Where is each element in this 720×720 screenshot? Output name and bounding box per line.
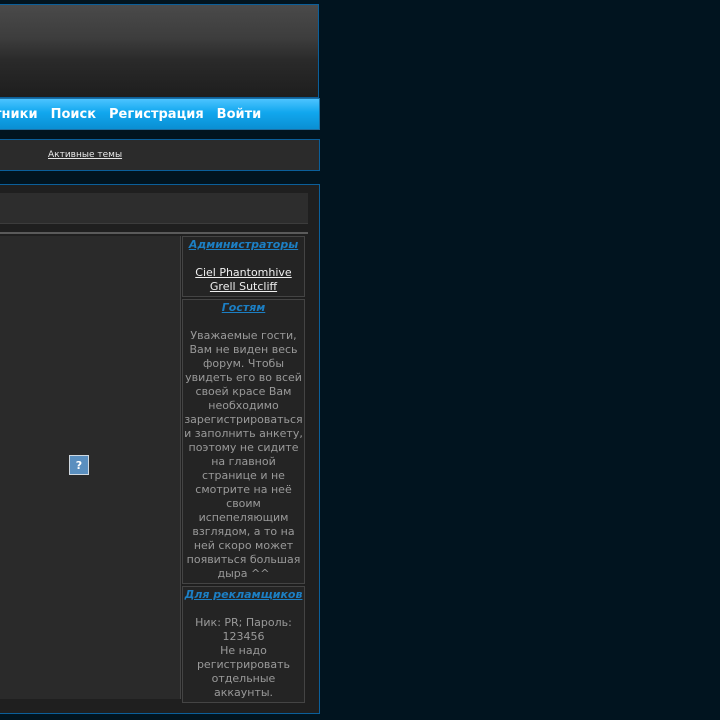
main-panel-header — [0, 193, 308, 224]
nav-login-link[interactable]: Войти — [217, 107, 262, 122]
content-area: ? — [0, 236, 181, 699]
advertisers-note: Не надо регистрировать отдельные аккаунт… — [196, 644, 291, 699]
forum-header-banner — [0, 4, 319, 98]
advertisers-block: Для рекламщиков Ник: PR; Пароль: 123456 … — [182, 586, 305, 703]
admins-block: Администраторы Ciel Phantomhive Grell Su… — [182, 236, 305, 297]
sub-navigation-bar: Активные темы — [0, 139, 320, 171]
admins-title[interactable]: Администраторы — [184, 238, 303, 252]
main-navigation: тники Поиск Регистрация Войти — [0, 98, 320, 130]
guests-block: Гостям Уважаемые гости, Вам не виден вес… — [182, 299, 305, 584]
admin-member-link[interactable]: Ciel Phantomhive — [184, 266, 303, 280]
broken-image-icon: ? — [69, 455, 89, 475]
advertisers-title[interactable]: Для рекламщиков — [184, 588, 303, 602]
active-topics-link[interactable]: Активные темы — [48, 150, 122, 160]
advertisers-credentials: Ник: PR; Пароль: 123456 — [195, 616, 292, 643]
nav-register-link[interactable]: Регистрация — [109, 107, 204, 122]
main-panel: ? Администраторы Ciel Phantomhive Grell … — [0, 184, 320, 714]
nav-users-link[interactable]: тники — [0, 107, 38, 122]
admin-member-link[interactable]: Grell Sutcliff — [184, 280, 303, 294]
sidebar: Администраторы Ciel Phantomhive Grell Su… — [182, 236, 305, 705]
guests-message: Уважаемые гости, Вам не виден весь форум… — [184, 329, 303, 580]
guests-title[interactable]: Гостям — [184, 301, 303, 315]
nav-search-link[interactable]: Поиск — [51, 107, 96, 122]
divider — [0, 232, 308, 234]
image-placeholder-glyph: ? — [75, 458, 83, 472]
